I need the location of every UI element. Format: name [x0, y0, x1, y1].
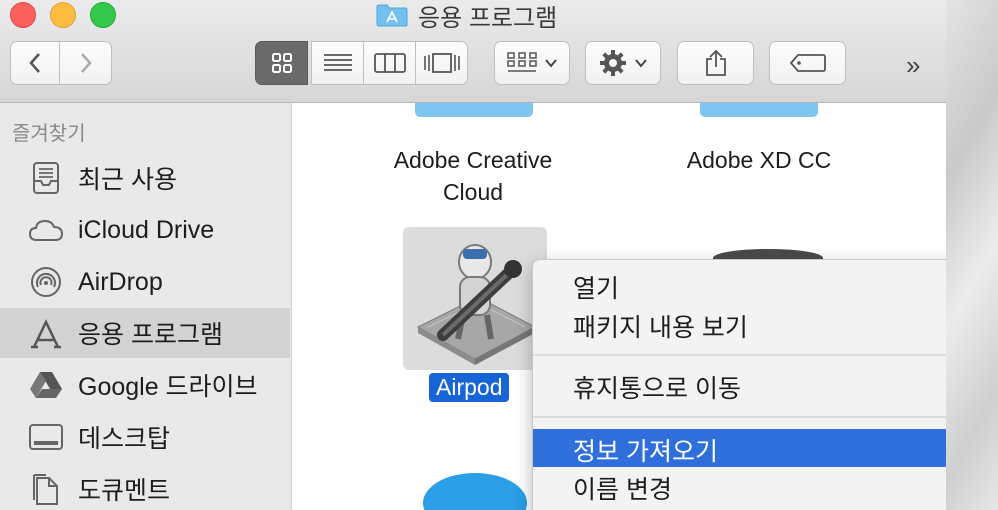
back-button[interactable]	[10, 41, 60, 85]
file-item-adobe-xd[interactable]: Adobe XD CC	[649, 144, 869, 176]
menu-item-rename[interactable]: 이름 변경	[533, 467, 946, 505]
app-icon-partial	[423, 473, 527, 510]
folder-icon	[700, 103, 818, 117]
menu-item-label: 열기	[573, 275, 620, 303]
sidebar-item-documents[interactable]: 도큐멘트	[0, 464, 290, 510]
sidebar-item-recents[interactable]: 최근 사용	[0, 153, 290, 203]
folder-app-icon	[376, 4, 408, 27]
icon-view-icon	[271, 53, 292, 73]
arrange-button[interactable]	[494, 41, 570, 85]
cover-flow-button[interactable]	[415, 41, 468, 85]
sidebar-heading: 즐겨찾기	[12, 123, 86, 145]
share-button[interactable]	[677, 41, 754, 85]
window-title: 응용 프로그램	[376, 0, 558, 32]
menu-item-label: 정보 가져오기	[573, 438, 718, 466]
list-view-icon	[323, 54, 352, 71]
menu-separator	[533, 354, 946, 356]
folder-icon	[415, 103, 533, 117]
sidebar-item-desktop[interactable]: 데스크탑	[0, 412, 290, 462]
cover-flow-icon	[423, 53, 460, 73]
menu-item-label: 패키지 내용 보기	[573, 314, 748, 342]
menu-item-open[interactable]: 열기	[533, 266, 946, 304]
menu-item-move-to-trash[interactable]: 휴지통으로 이동	[533, 366, 946, 404]
chevron-down-icon	[545, 59, 557, 68]
column-view-icon	[373, 53, 406, 73]
sidebar-item-label: iCloud Drive	[78, 215, 215, 244]
menu-item-label: 휴지통으로 이동	[573, 375, 741, 403]
window-title-text: 응용 프로그램	[418, 4, 558, 32]
sidebar-item-google-drive[interactable]: Google 드라이브	[0, 360, 290, 410]
column-view-button[interactable]	[363, 41, 416, 85]
minimize-button[interactable]	[50, 2, 76, 28]
google-drive-icon	[28, 367, 64, 403]
sidebar: 즐겨찾기 최근 사용 iCloud Drive AirDrop 응용 프로그램 …	[0, 103, 292, 510]
sidebar-item-label: 데스크탑	[78, 425, 171, 453]
sidebar-item-applications[interactable]: 응용 프로그램	[0, 308, 290, 358]
zoom-button[interactable]	[90, 2, 116, 28]
chevron-left-icon	[29, 53, 40, 73]
sidebar-item-label: AirDrop	[78, 267, 163, 296]
file-name-line: Cloud	[442, 179, 504, 205]
menu-item-get-info[interactable]: 정보 가져오기	[533, 429, 946, 467]
list-view-button[interactable]	[311, 41, 364, 85]
action-button[interactable]	[585, 41, 661, 85]
context-menu: 열기 패키지 내용 보기 휴지통으로 이동 정보 가져오기 이름 변경	[532, 259, 946, 510]
applications-icon	[28, 315, 64, 351]
file-item-adobe-creative-cloud[interactable]: Adobe Creative Cloud	[363, 144, 583, 208]
tag-button[interactable]	[769, 41, 846, 85]
arrange-icon	[507, 52, 537, 72]
file-item-airpod[interactable]	[403, 227, 547, 370]
chevron-right-icon	[80, 53, 92, 73]
recents-icon	[28, 160, 64, 196]
sidebar-item-label: Google 드라이브	[78, 373, 258, 401]
automator-robot-icon	[416, 244, 537, 365]
airdrop-icon	[28, 264, 64, 300]
share-icon	[705, 49, 726, 76]
close-button[interactable]	[10, 2, 36, 28]
chevron-down-icon	[635, 59, 647, 68]
file-name-line: Adobe Creative	[393, 147, 553, 173]
finder-window: 응용 프로그램 » 즐겨찾기 최근 사용 iCloud Drive AirDro…	[0, 0, 946, 510]
icon-view-button[interactable]	[255, 41, 308, 85]
toolbar-overflow-button[interactable]: »	[906, 50, 920, 81]
tag-icon	[789, 54, 826, 72]
sidebar-item-label: 도큐멘트	[78, 477, 171, 505]
menu-item-label: 이름 변경	[573, 476, 672, 504]
forward-button[interactable]	[59, 41, 112, 85]
selected-file-name[interactable]: Airpod	[429, 373, 510, 402]
document-icon	[28, 471, 64, 507]
menu-separator	[533, 416, 946, 418]
cloud-icon	[28, 212, 64, 248]
desktop-icon	[28, 419, 64, 455]
sidebar-item-icloud[interactable]: iCloud Drive	[0, 205, 290, 255]
sidebar-item-label: 최근 사용	[78, 166, 177, 194]
sidebar-item-airdrop[interactable]: AirDrop	[0, 257, 290, 307]
gear-icon	[600, 50, 626, 76]
toolbar: 응용 프로그램 »	[0, 0, 946, 103]
sidebar-item-label: 응용 프로그램	[78, 321, 223, 349]
desktop-background	[946, 0, 998, 510]
menu-item-show-package-contents[interactable]: 패키지 내용 보기	[533, 305, 946, 343]
